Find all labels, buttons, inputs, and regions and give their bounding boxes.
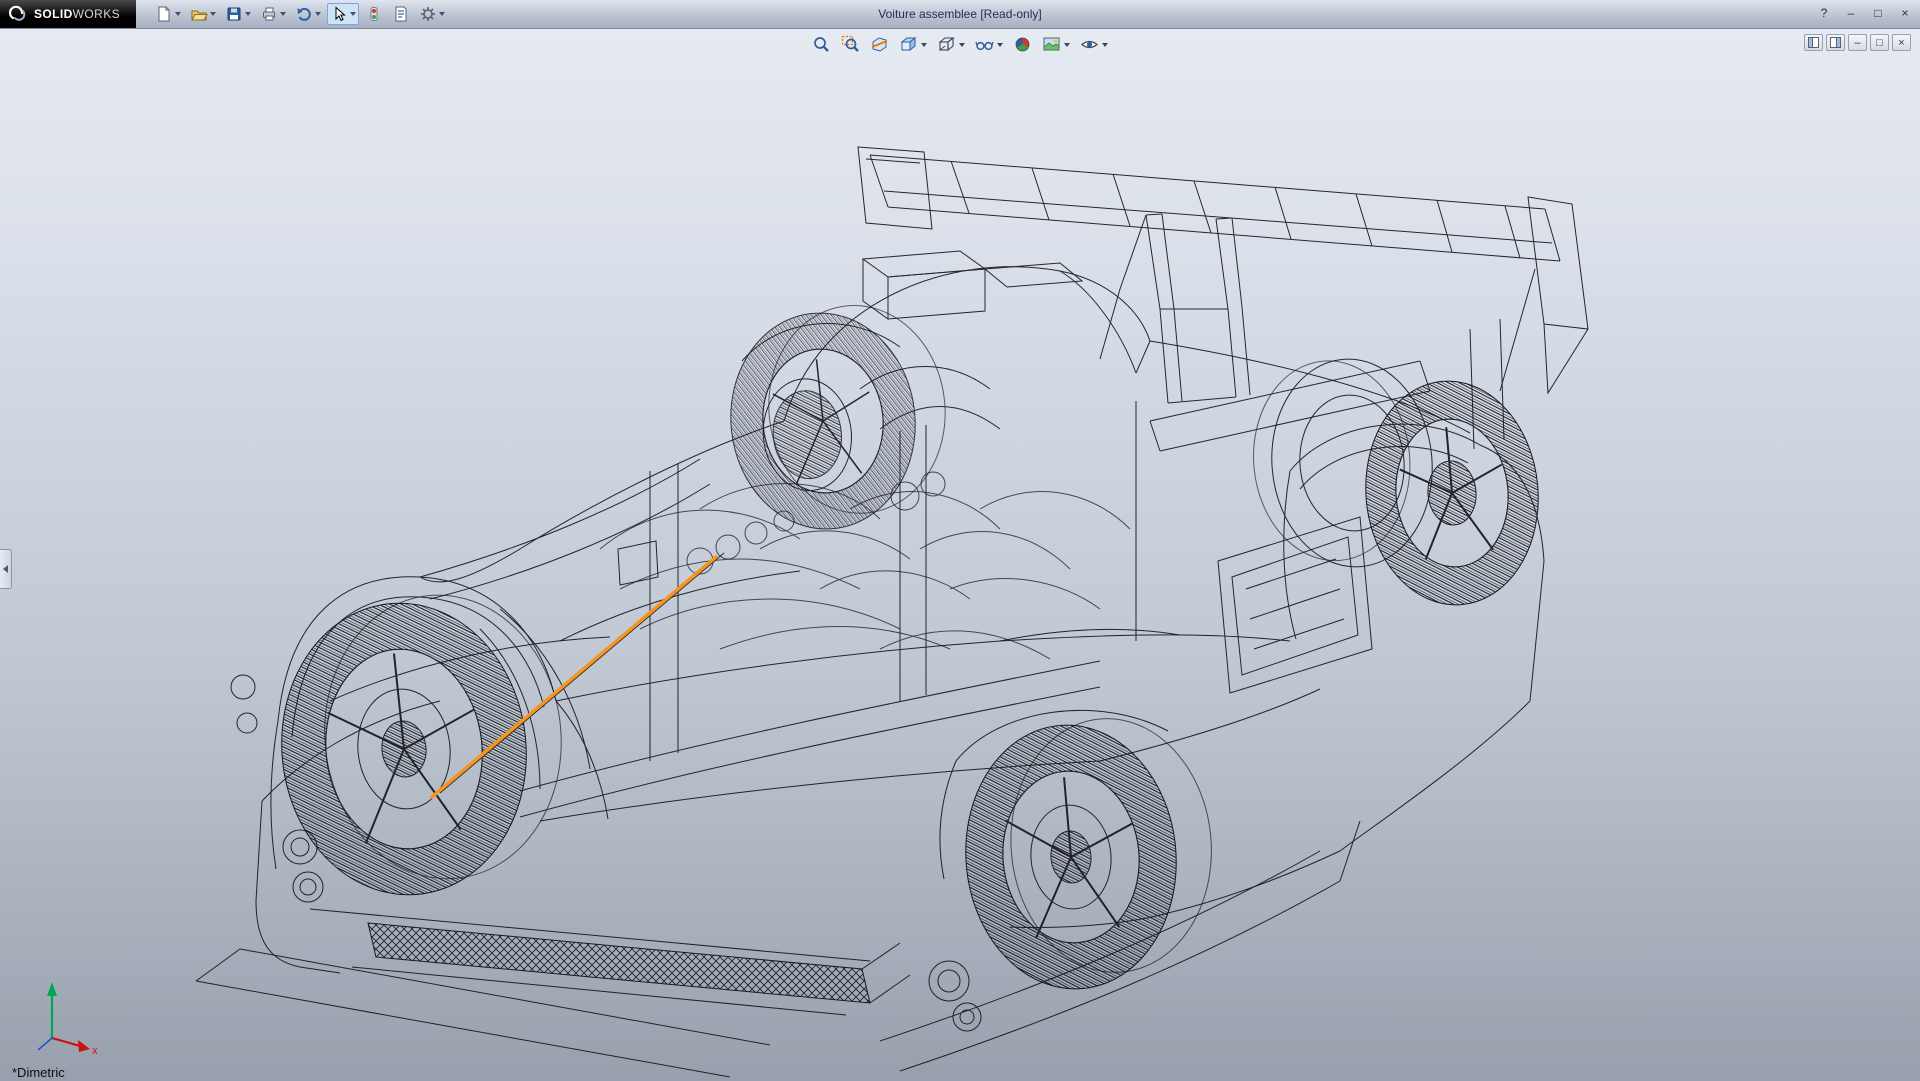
pane-left-button[interactable]: [1804, 34, 1823, 51]
brand-text: SOLIDWORKS: [34, 7, 120, 21]
display-style-cube-icon: [937, 35, 956, 54]
undo-button[interactable]: [292, 3, 324, 25]
view-settings-eye-icon: [1080, 35, 1099, 54]
new-document-button[interactable]: [152, 3, 184, 25]
graphics-area[interactable]: – □ × x *Dimetric: [0, 29, 1920, 1081]
pane-left-icon: [1808, 37, 1819, 48]
help-button[interactable]: ?: [1813, 3, 1835, 22]
triad-icon: x: [16, 972, 102, 1056]
undo-arrow-icon: [295, 5, 313, 23]
brand-solid: SOLID: [34, 7, 73, 21]
apply-scene-button[interactable]: [1041, 34, 1071, 55]
featuremanager-collapse-tab[interactable]: [0, 549, 12, 589]
document-window-controls: – □ ×: [1804, 34, 1911, 51]
x-axis-label: x: [92, 1045, 98, 1056]
dropdown-caret: [959, 43, 965, 47]
zoom-to-area-button[interactable]: [840, 34, 861, 55]
pane-right-icon: [1830, 37, 1841, 48]
open-folder-icon: [190, 5, 208, 23]
dropdown-caret: [1102, 43, 1108, 47]
y-axis-arrow: [47, 982, 57, 996]
flyout-caret: [439, 12, 445, 16]
wireframe-car-model: [0, 29, 1920, 1081]
flyout-caret: [350, 12, 356, 16]
zoom-to-fit-button[interactable]: [811, 34, 832, 55]
select-tool-button[interactable]: [327, 3, 359, 25]
edit-appearance-sphere-icon: [1013, 35, 1032, 54]
document-title: Voiture assemblee [Read-only]: [878, 7, 1041, 21]
orientation-triad: x: [16, 972, 102, 1061]
minimize-button[interactable]: –: [1840, 3, 1862, 22]
pane-right-button[interactable]: [1826, 34, 1845, 51]
solidworks-logo: SOLIDWORKS: [0, 0, 136, 28]
apply-scene-icon: [1042, 35, 1061, 54]
section-view-icon: [870, 35, 889, 54]
section-view-button[interactable]: [869, 34, 890, 55]
view-orientation-button[interactable]: [898, 34, 928, 55]
options-gear-icon: [419, 5, 437, 23]
document-minimize-button[interactable]: –: [1848, 34, 1867, 51]
title-bar: SOLIDWORKS: [0, 0, 1920, 29]
print-icon: [260, 5, 278, 23]
save-button[interactable]: [222, 3, 254, 25]
flyout-caret: [245, 12, 251, 16]
main-toolbar: [136, 3, 448, 25]
flyout-caret: [210, 12, 216, 16]
view-orientation-cube-icon: [899, 35, 918, 54]
dassault-3ds-logo-icon: [8, 4, 28, 24]
view-orientation-label: *Dimetric: [12, 1065, 65, 1080]
hide-show-glasses-icon: [975, 35, 994, 54]
document-restore-button[interactable]: □: [1870, 34, 1889, 51]
zoom-to-area-icon: [841, 35, 860, 54]
brand-works: WORKS: [73, 7, 120, 21]
rear-left-wheel: [955, 710, 1223, 997]
zoom-to-fit-icon: [812, 35, 831, 54]
window-controls: ? – □ ×: [1813, 3, 1916, 22]
heads-up-view-toolbar: [811, 34, 1109, 55]
file-properties-icon: [392, 5, 410, 23]
display-style-button[interactable]: [936, 34, 966, 55]
flyout-caret: [280, 12, 286, 16]
rebuild-traffic-light-icon: [365, 5, 383, 23]
flyout-caret: [315, 12, 321, 16]
flyout-caret: [175, 12, 181, 16]
z-axis-line: [38, 1038, 52, 1050]
car-body-wireframe: [196, 147, 1588, 1077]
open-button[interactable]: [187, 3, 219, 25]
print-button[interactable]: [257, 3, 289, 25]
select-cursor-icon: [330, 5, 348, 23]
chevron-left-icon: [3, 565, 8, 573]
close-button[interactable]: ×: [1894, 3, 1916, 22]
rear-right-outer-wheel: [1357, 374, 1548, 612]
rebuild-button[interactable]: [362, 3, 386, 25]
edit-appearance-button[interactable]: [1012, 34, 1033, 55]
dropdown-caret: [997, 43, 1003, 47]
view-settings-button[interactable]: [1079, 34, 1109, 55]
front-right-wheel: [720, 297, 957, 538]
rear-wing: [858, 147, 1588, 403]
file-properties-button[interactable]: [389, 3, 413, 25]
dropdown-caret: [1064, 43, 1070, 47]
save-floppy-icon: [225, 5, 243, 23]
restore-button[interactable]: □: [1867, 3, 1889, 22]
front-left-wheel: [267, 583, 576, 907]
options-button[interactable]: [416, 3, 448, 25]
hide-show-items-button[interactable]: [974, 34, 1004, 55]
x-axis-arrow: [78, 1040, 90, 1052]
new-document-icon: [155, 5, 173, 23]
document-close-button[interactable]: ×: [1892, 34, 1911, 51]
dropdown-caret: [921, 43, 927, 47]
